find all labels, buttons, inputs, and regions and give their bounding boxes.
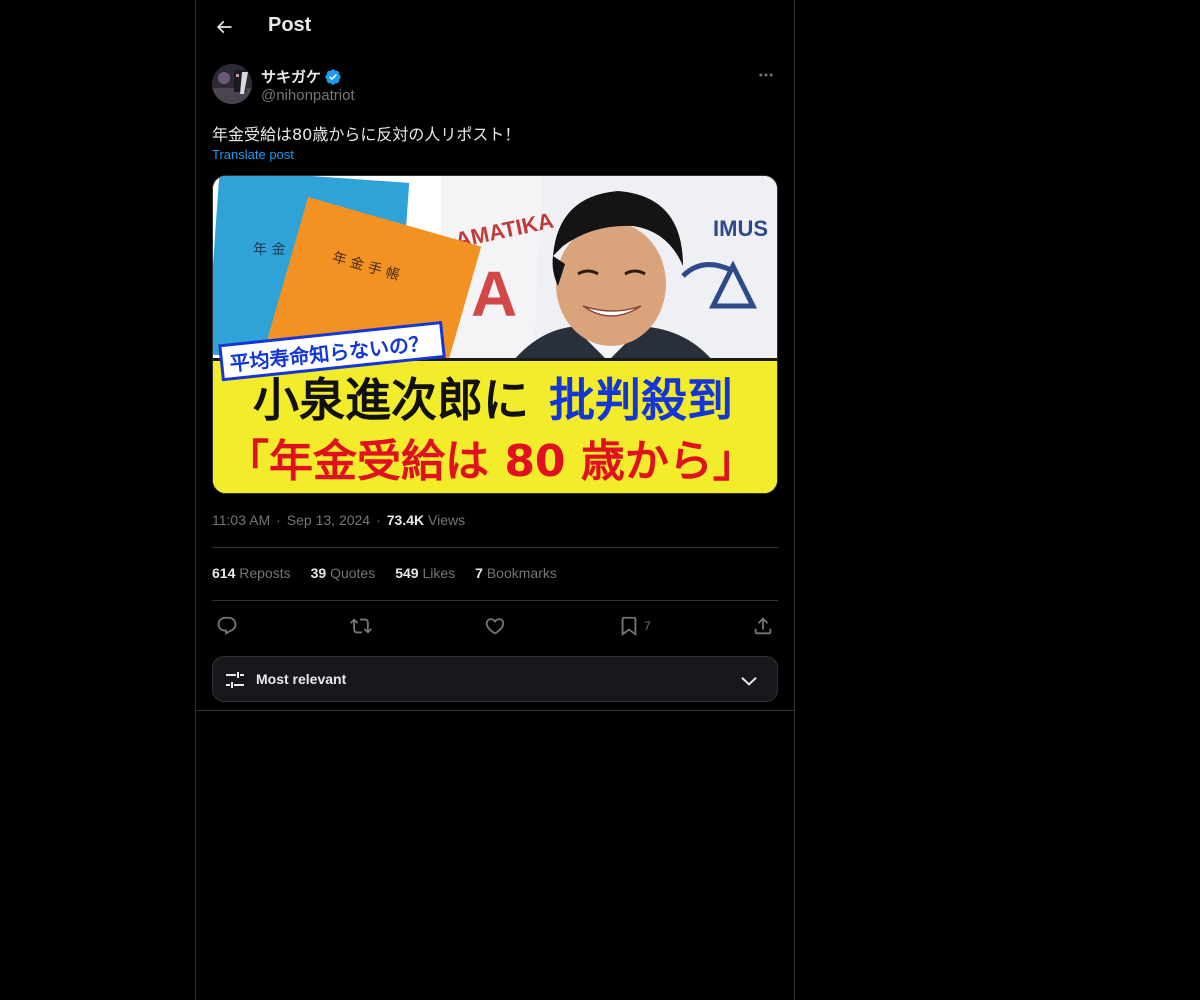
meta-separator: · xyxy=(276,512,281,528)
chevron-down-icon xyxy=(741,676,757,686)
post-time[interactable]: 11:03 AM xyxy=(212,512,270,528)
share-button[interactable] xyxy=(752,612,774,640)
section-divider xyxy=(196,710,794,711)
repost-icon xyxy=(350,618,372,634)
post-header: Post xyxy=(196,0,794,53)
post-date[interactable]: Sep 13, 2024 xyxy=(287,512,370,528)
meta-separator: · xyxy=(376,512,381,528)
repost-button[interactable] xyxy=(350,612,372,640)
quotes-stat[interactable]: 39 Quotes xyxy=(311,565,376,581)
share-icon xyxy=(754,617,772,635)
like-button[interactable] xyxy=(484,612,506,640)
views-count: 73.4K xyxy=(386,512,425,528)
divider xyxy=(212,600,778,601)
display-name-text: サキガケ xyxy=(261,69,322,86)
reply-icon xyxy=(217,616,237,635)
main-column: Post サキガケ @nihonpatriot 年金受給は80歳からに反対の人リ… xyxy=(195,0,795,1000)
likes-label: Likes xyxy=(422,565,456,581)
bookmark-icon xyxy=(621,616,637,637)
bookmarks-count: 7 xyxy=(475,565,483,581)
post-text: 年金受給は80歳からに反対の人リポスト！ xyxy=(212,125,521,144)
post-author: サキガケ @nihonpatriot xyxy=(212,64,778,108)
quotes-label: Quotes xyxy=(330,565,376,581)
reply-sort-dropdown[interactable]: Most relevant xyxy=(212,656,778,702)
sliders-icon xyxy=(226,672,244,688)
bookmark-button[interactable]: 7 xyxy=(618,612,651,640)
image-headline-blue: 批判殺到 xyxy=(549,373,733,427)
reposts-label: Reposts xyxy=(239,565,291,581)
image-headline-black: 小泉進次郎に xyxy=(253,373,529,427)
more-options-button[interactable] xyxy=(754,64,778,86)
likes-stat[interactable]: 549 Likes xyxy=(395,565,455,581)
back-button[interactable] xyxy=(208,11,240,43)
more-horizontal-icon xyxy=(759,73,773,77)
views-label: Views xyxy=(428,512,466,528)
post-image[interactable]: AMATIKA A IMUS 年 金 年 金 手 帳 平均寿命知らないの？ 小泉… xyxy=(212,175,778,494)
bookmarks-label: Bookmarks xyxy=(486,565,557,581)
author-display-name[interactable]: サキガケ xyxy=(261,66,342,87)
post-actions: 7 xyxy=(212,612,778,640)
translate-post-link[interactable]: Translate post xyxy=(212,147,294,162)
image-headline-red: 「年金受給は 80 歳から」 xyxy=(225,436,757,487)
quotes-count: 39 xyxy=(310,565,327,581)
arrow-left-icon xyxy=(216,20,232,34)
author-handle[interactable]: @nihonpatriot xyxy=(261,87,355,104)
bg-jersey-text-b: IMUS xyxy=(713,216,768,241)
reposts-count: 614 xyxy=(212,565,236,581)
likes-count: 549 xyxy=(395,565,419,581)
heart-icon xyxy=(485,618,505,635)
bookmark-count: 7 xyxy=(644,619,651,633)
book-blue-label: 年 金 xyxy=(253,242,285,258)
verified-badge-icon xyxy=(325,68,341,85)
sort-label: Most relevant xyxy=(256,671,347,687)
reply-button[interactable] xyxy=(216,612,238,640)
svg-text:A: A xyxy=(471,258,517,330)
reposts-stat[interactable]: 614 Reposts xyxy=(212,565,291,581)
page-title: Post xyxy=(268,14,312,36)
bookmarks-stat[interactable]: 7 Bookmarks xyxy=(475,565,557,581)
post-meta: 11:03 AM · Sep 13, 2024 · 73.4K Views xyxy=(212,512,465,528)
avatar[interactable] xyxy=(212,64,252,104)
divider xyxy=(212,547,778,548)
post-stats: 614 Reposts 39 Quotes 549 Likes 7 Bookma… xyxy=(212,565,557,581)
